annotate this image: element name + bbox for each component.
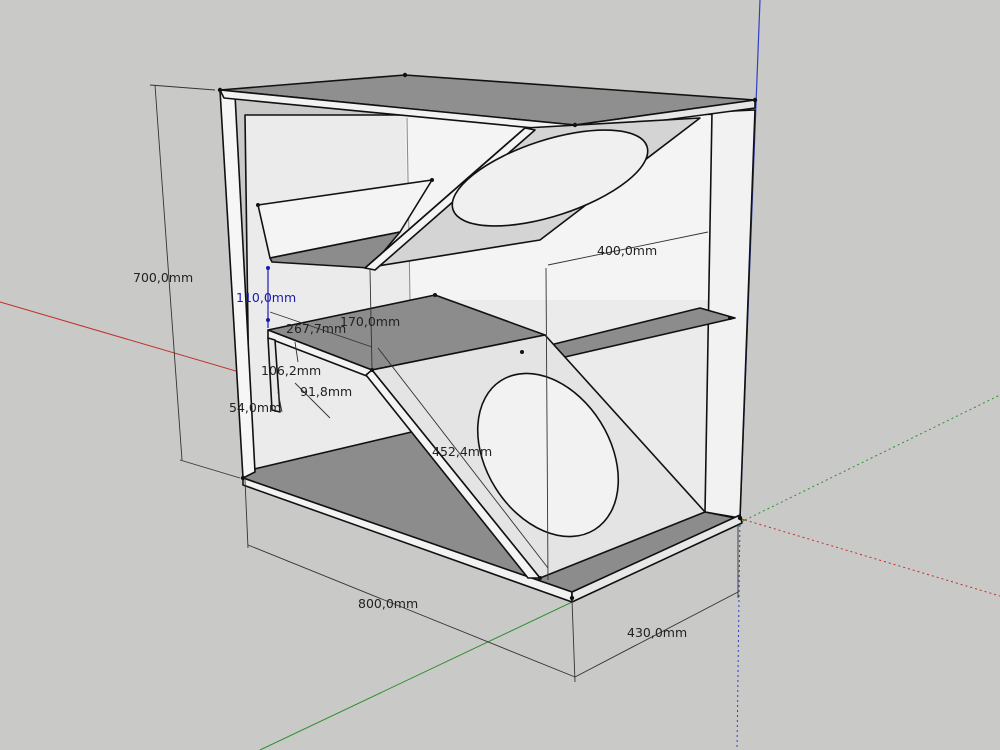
- slot-gap-dimension[interactable]: 110,0mm: [236, 290, 296, 305]
- drawing-canvas[interactable]: 700,0mm 800,0mm 430,0mm 400,0mm 110,0mm …: [0, 0, 1000, 750]
- shelf-depth-dimension[interactable]: 267,7mm: [286, 321, 346, 336]
- offset-b-dimension[interactable]: 91,8mm: [300, 384, 352, 399]
- red-axis-dotted: [744, 519, 1000, 597]
- offset-c-dimension[interactable]: 54,0mm: [229, 400, 281, 415]
- width-dimension[interactable]: 430,0mm: [627, 625, 687, 640]
- length-dimension[interactable]: 800,0mm: [358, 596, 418, 611]
- vertical-gap-dimension[interactable]: 170,0mm: [340, 314, 400, 329]
- green-axis-dotted: [744, 394, 1000, 521]
- speaker-cabinet[interactable]: [219, 74, 756, 603]
- diagonal-dimension[interactable]: 452,4mm: [432, 444, 492, 459]
- port-length-dimension[interactable]: 400,0mm: [597, 243, 657, 258]
- offset-a-dimension[interactable]: 106,2mm: [261, 363, 321, 378]
- blue-axis-dotted: [736, 519, 741, 750]
- height-dimension[interactable]: 700,0mm: [133, 270, 193, 285]
